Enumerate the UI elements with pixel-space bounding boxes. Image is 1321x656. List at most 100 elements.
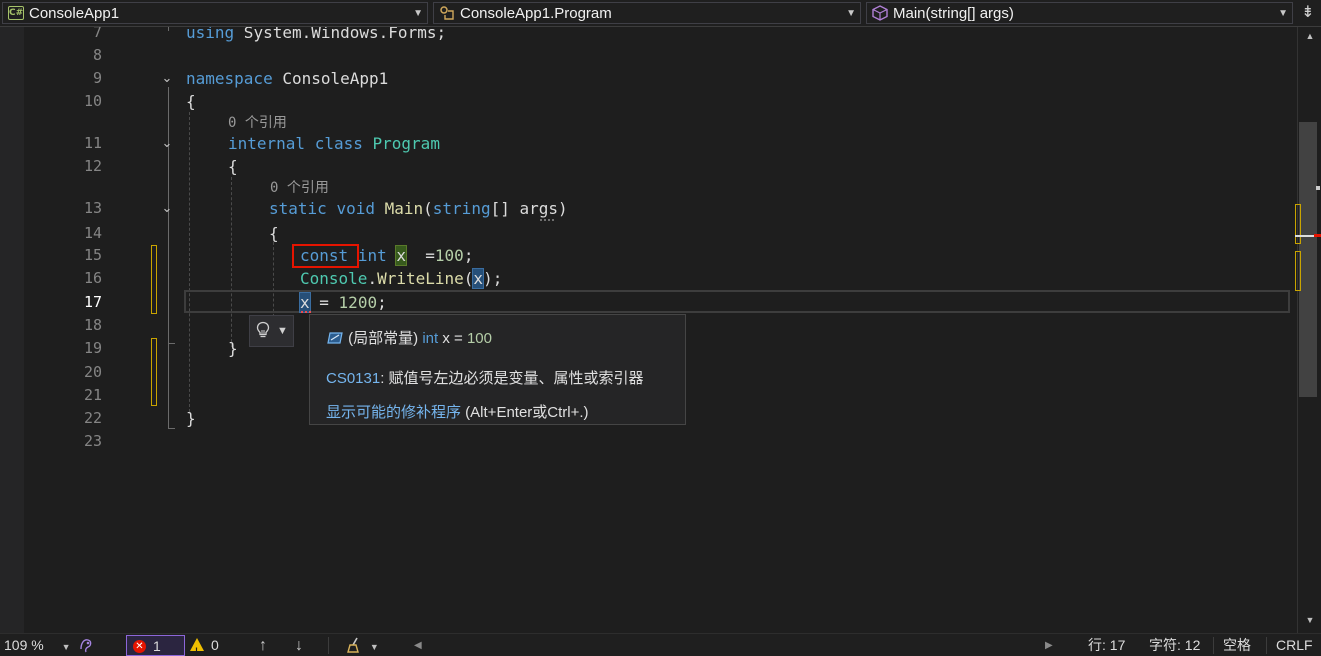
code-text: {: [228, 157, 238, 176]
line-number: 10: [83, 92, 102, 110]
keyword: int: [357, 246, 387, 265]
class-icon: [438, 4, 456, 22]
line-number: 18: [83, 316, 102, 334]
keyword: static: [269, 199, 327, 218]
class-name: Console: [300, 269, 368, 288]
code-text: }: [186, 409, 196, 428]
show-fixes-link[interactable]: 显示可能的修补程序: [326, 404, 461, 421]
keyword: internal: [228, 134, 306, 153]
error-count-button[interactable]: ✕ 1: [126, 635, 185, 656]
error-squiggle: [300, 310, 311, 313]
member-dropdown[interactable]: Main(string[] args) ▼: [866, 2, 1293, 24]
code-cleanup-button[interactable]: ▼: [346, 634, 379, 656]
code-line: 16 Console.WriteLine(x);: [0, 267, 1297, 290]
code-text: }: [228, 339, 238, 358]
punctuation: ;: [463, 246, 474, 265]
line-number: 23: [83, 432, 102, 450]
separator: [1266, 637, 1267, 654]
namespace-ref: System.Windows.Forms;: [234, 27, 447, 42]
line-number: 12: [83, 157, 102, 175]
method-icon: [871, 4, 889, 22]
code-text: static void Main(string[] args): [269, 197, 568, 220]
operator: =: [406, 246, 435, 265]
line-ending-indicator[interactable]: CRLF: [1276, 634, 1313, 656]
punctuation: ;: [377, 293, 387, 312]
line-number: 21: [83, 386, 102, 404]
scroll-down-icon[interactable]: ▼: [1298, 615, 1321, 625]
tooltip-value: 100: [466, 330, 492, 347]
punctuation: ): [558, 199, 568, 218]
line-indicator[interactable]: 行: 17: [1088, 634, 1125, 656]
warning-count: 0: [211, 637, 219, 653]
separator: [328, 637, 329, 654]
collapse-chevron-icon[interactable]: ⌄: [160, 71, 174, 85]
indentation-indicator[interactable]: 空格: [1223, 634, 1251, 656]
code-line: 7 using System.Windows.Forms;: [0, 27, 1297, 44]
tooltip-fix: 显示可能的修补程序 (Alt+Enter或Ctrl+.): [326, 401, 589, 422]
navigation-bar: C# ConsoleApp1 ▼ ConsoleApp1.Program ▼ M…: [0, 0, 1321, 27]
warning-count-button[interactable]: ! 0: [190, 634, 230, 656]
line-number: 19: [83, 339, 102, 357]
column-indicator[interactable]: 字符: 12: [1149, 634, 1200, 656]
separator: [1213, 637, 1214, 654]
caret-marker: [1316, 186, 1320, 190]
status-bar: 109 % ▼ ✕ 1 ! 0 ↑ ↓ ▼ ◀ ▶ 行: 17 字符: 12 空…: [0, 633, 1321, 656]
line-number: 15: [83, 246, 102, 264]
scroll-left-icon[interactable]: ◀: [414, 634, 422, 656]
code-text: internal class Program: [228, 132, 440, 155]
keyword: string: [432, 199, 491, 218]
code-line: 17 x = 1200;: [0, 291, 1297, 314]
split-window-icon[interactable]: ⇟: [1299, 4, 1317, 22]
change-marker: [1295, 251, 1301, 291]
error-tooltip: (局部常量) int x = 100 CS0131: 赋值号左边必须是变量、属性…: [309, 314, 686, 425]
previous-issue-icon[interactable]: ↑: [259, 634, 267, 656]
vertical-scrollbar[interactable]: ▲ ▼: [1295, 27, 1321, 633]
warning-icon: !: [190, 638, 204, 656]
namespace-name: ConsoleApp1: [272, 69, 389, 88]
codelens-references[interactable]: 0 个引用: [228, 113, 287, 133]
chevron-down-icon: ▼: [1278, 8, 1288, 19]
error-icon: ✕: [133, 640, 146, 653]
variable-x: x: [395, 245, 407, 266]
zoom-level[interactable]: 109 % ▼: [4, 634, 71, 656]
collapse-chevron-icon[interactable]: ⌄: [160, 201, 174, 215]
scrollbar-thumb[interactable]: [1299, 122, 1317, 397]
scroll-right-icon[interactable]: ▶: [1045, 634, 1053, 656]
quick-actions-button[interactable]: ▼: [249, 315, 294, 347]
line-number: 11: [83, 134, 102, 152]
codelens-references[interactable]: 0 个引用: [270, 178, 329, 198]
keyword: namespace: [186, 69, 273, 88]
next-issue-icon[interactable]: ↓: [295, 634, 303, 656]
fix-shortcut-hint: (Alt+Enter或Ctrl+.): [461, 404, 589, 421]
local-constant-icon: [326, 330, 344, 350]
operator: =: [309, 293, 339, 312]
tooltip-declaration: x =: [438, 330, 467, 347]
code-line: 23: [0, 430, 1297, 453]
tooltip-error: CS0131: 赋值号左边必须是变量、属性或索引器: [326, 367, 644, 388]
keyword: using: [186, 27, 235, 42]
code-line: 13 ⌄ static void Main(string[] args): [0, 197, 1297, 220]
line-number: 9: [92, 69, 102, 87]
code-text: {: [269, 224, 279, 243]
csharp-project-icon: C#: [8, 6, 24, 20]
code-line: 12 {: [0, 155, 1297, 178]
punctuation: []: [490, 199, 520, 218]
punctuation: (: [463, 269, 474, 288]
line-number: 20: [83, 363, 102, 381]
line-number: 8: [92, 46, 102, 64]
line-number: 13: [83, 199, 102, 217]
error-code-link[interactable]: CS0131: [326, 370, 380, 387]
scroll-up-icon[interactable]: ▲: [1298, 31, 1321, 41]
error-message: : 赋值号左边必须是变量、属性或索引器: [380, 370, 644, 387]
number-literal: 1200: [338, 293, 378, 312]
punctuation: );: [483, 269, 503, 288]
code-line: 14 {: [0, 222, 1297, 245]
project-dropdown[interactable]: C# ConsoleApp1 ▼: [2, 2, 428, 24]
ai-assistant-icon[interactable]: [78, 634, 94, 656]
line-number: 16: [83, 269, 102, 287]
collapse-chevron-icon[interactable]: ⌄: [160, 136, 174, 150]
chevron-down-icon: ▼: [61, 642, 71, 652]
lightbulb-icon: [255, 321, 271, 342]
project-dropdown-label: ConsoleApp1: [29, 4, 120, 22]
type-dropdown[interactable]: ConsoleApp1.Program ▼: [433, 2, 861, 24]
